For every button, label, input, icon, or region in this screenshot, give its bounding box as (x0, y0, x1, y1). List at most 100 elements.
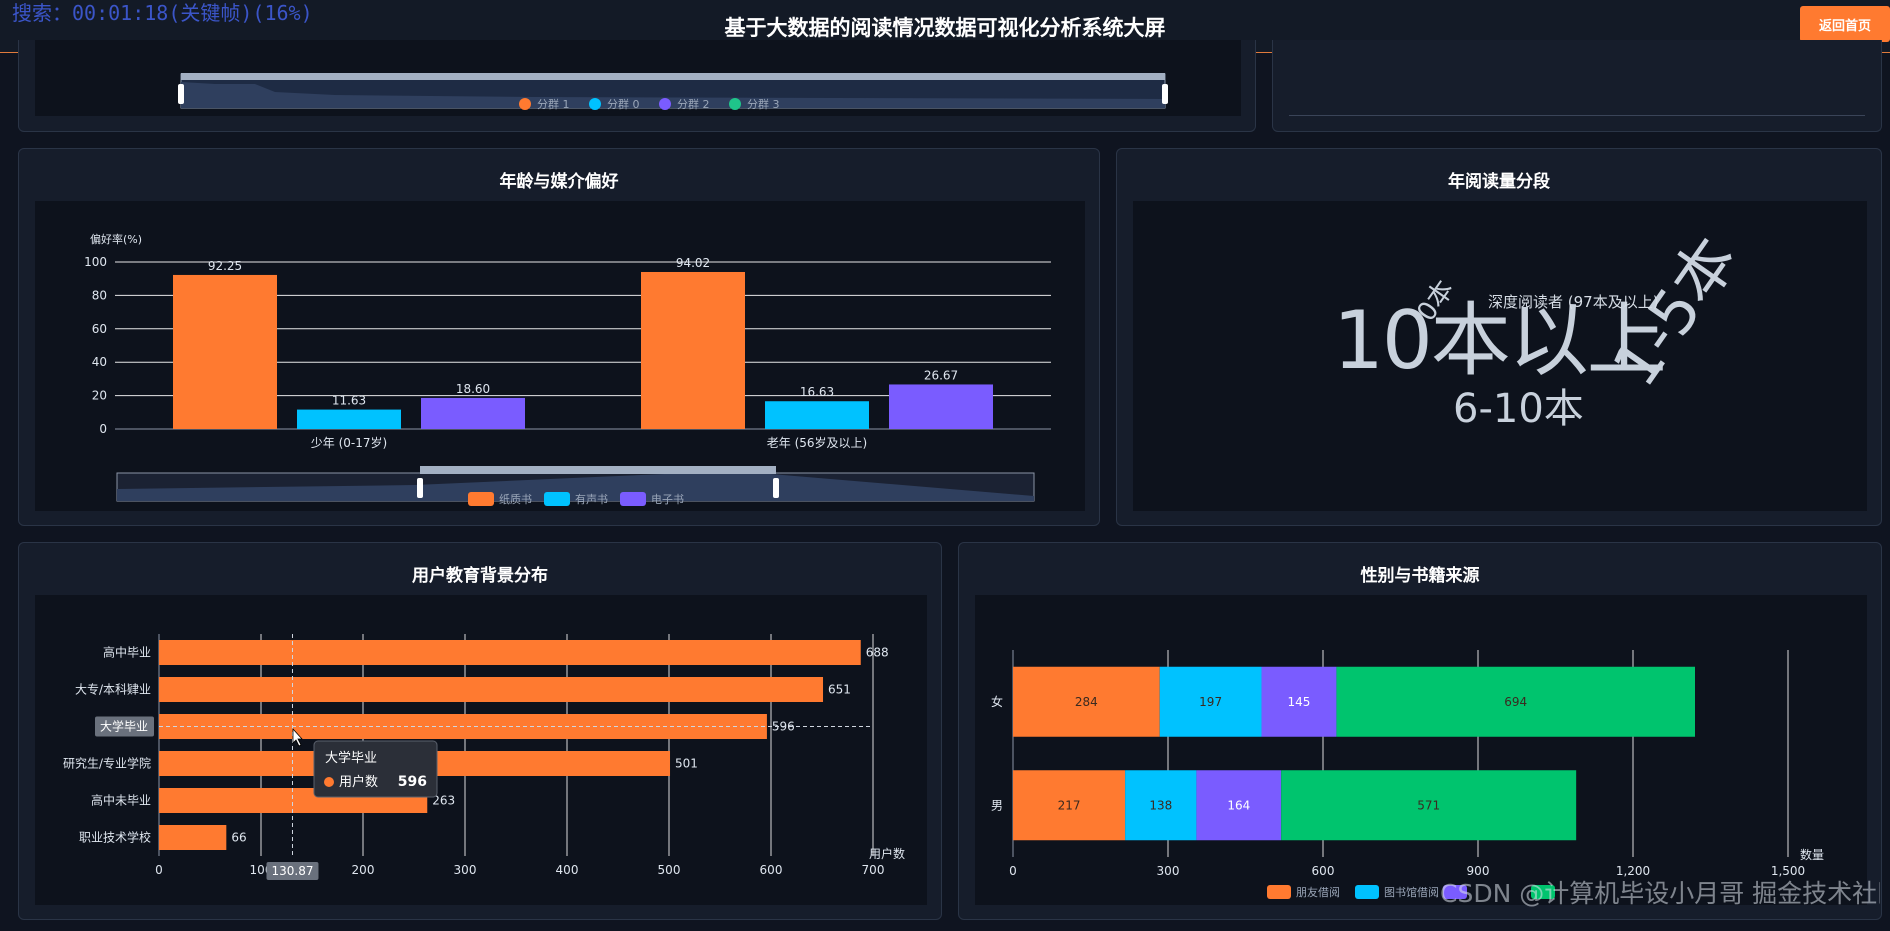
age-bar-label: 92.25 (208, 259, 242, 273)
gender-source-chart: 0 300 600 900 1,200 1,500数量284 197 145 694女217 13… (991, 650, 1824, 899)
age-legend-label[interactable]: 电子书 (651, 493, 684, 506)
cluster-legend-marker[interactable] (519, 98, 531, 110)
edu-bar[interactable] (159, 677, 824, 702)
edu-y-tick: 高中毕业 (103, 645, 151, 660)
edu-y-tick: 研究生/专业学院 (63, 756, 151, 771)
age-legend-label[interactable]: 纸质书 (499, 493, 532, 506)
edu-x-tick: 300 (454, 863, 477, 877)
cluster-legend-label[interactable]: 分群 2 (677, 97, 710, 111)
age-media-chart: 偏好率(%) 0 20 40 60 80 100 92.25 11.63 18.60 少年 (0-1… (84, 232, 1051, 506)
gender-x-tick: 300 (1157, 864, 1180, 878)
age-y-tick: 20 (92, 389, 107, 403)
edu-tooltip-series: 用户数 (339, 774, 378, 790)
age-bar-label: 18.60 (456, 382, 490, 396)
cluster-chart: 分群 1 分群 0 分群 2 分群 3 (178, 73, 1168, 111)
word-cloud-tooltip: 深度阅读者 (97本及以上) (1488, 293, 1659, 311)
gender-x-axis-label: 数量 (1800, 847, 1824, 862)
age-bar[interactable] (765, 401, 869, 429)
education-chart: 0 100 200 300 400 500 600 700用户数688高中毕业651大专/本科… (63, 634, 905, 880)
datazoom-top-bar[interactable] (181, 73, 1165, 80)
gender-legend-marker[interactable] (1355, 885, 1379, 899)
datazoom-right-handle[interactable] (1162, 84, 1168, 104)
edu-y-tick: 职业技术学校 (79, 830, 151, 845)
age-y-tick: 100 (84, 255, 107, 269)
edu-bar-label: 688 (866, 646, 889, 660)
edu-y-tick: 大学毕业 (100, 719, 148, 734)
cluster-panel: 分群 1 分群 0 分群 2 分群 3 (18, 40, 1256, 132)
edu-bar[interactable] (159, 640, 861, 665)
age-bar-label: 16.63 (800, 385, 834, 399)
age-bar-label: 94.02 (676, 256, 710, 270)
gender-source-title: 性别与书籍来源 (1360, 566, 1480, 586)
edu-tooltip-value: 596 (398, 774, 427, 790)
gender-x-tick: 600 (1312, 864, 1335, 878)
cluster-legend-label[interactable]: 分群 0 (607, 97, 640, 111)
age-bar-label: 26.67 (924, 368, 958, 382)
edu-x-pointer-value: 130.87 (271, 864, 313, 878)
edu-tooltip-marker (324, 777, 334, 787)
age-bar-label: 11.63 (332, 394, 366, 408)
education-panel: 用户教育背景分布 0 100 200 300 400 500 600 700 用户数 688 高中毕… (18, 542, 942, 920)
age-y-tick: 40 (92, 355, 107, 369)
gender-legend-label[interactable]: 朋友借阅 (1296, 885, 1340, 899)
age-bar[interactable] (889, 384, 993, 429)
watermark: CSDN @计算机毕设小月哥 掘金技术社区 @ 计算机毕设小月哥 (1440, 879, 1880, 908)
edu-y-tick: 大专/本科肄业 (75, 682, 151, 697)
cluster-legend-marker[interactable] (729, 98, 741, 110)
age-datazoom-left-handle[interactable] (417, 478, 423, 498)
edu-bar-label: 66 (231, 831, 246, 845)
edu-y-tick: 高中未毕业 (91, 793, 151, 808)
age-legend-marker[interactable] (620, 492, 646, 506)
word-cloud-area: 10本以上 6-10本 1-5本 0本 深度阅读者 (97本及以上) (1133, 201, 1867, 511)
education-chart-area: 0 100 200 300 400 500 600 700 用户数 688 高中毕业 651 大专/本科… (35, 595, 927, 905)
age-media-panel: 年龄与媒介偏好 偏好率(%) 0 20 40 60 80 100 92.25 11.63 18.6… (18, 148, 1100, 526)
edu-bar[interactable] (159, 825, 227, 850)
gender-segment-label: 164 (1227, 798, 1250, 812)
edu-x-tick: 700 (862, 863, 885, 877)
age-legend-marker[interactable] (468, 492, 494, 506)
age-legend-label[interactable]: 有声书 (575, 492, 608, 506)
datazoom-left-handle[interactable] (178, 84, 184, 104)
cluster-legend-marker[interactable] (589, 98, 601, 110)
edu-x-tick: 200 (352, 863, 375, 877)
edu-x-tick: 600 (760, 863, 783, 877)
age-legend-marker[interactable] (544, 492, 570, 506)
gender-source-panel: 性别与书籍来源 0 300 600 900 1,200 1,500 数量 284 197 145 6… (958, 542, 1882, 920)
gender-legend-marker[interactable] (1267, 885, 1291, 899)
cluster-legend-label[interactable]: 分群 1 (537, 97, 570, 111)
gender-segment-label: 217 (1058, 798, 1081, 812)
top-right-panel (1272, 40, 1882, 132)
age-y-axis-label: 偏好率(%) (90, 232, 142, 246)
gender-legend-label[interactable]: 图书馆借阅 (1384, 885, 1439, 899)
page-title: 基于大数据的阅读情况数据可视化分析系统大屏 (724, 16, 1166, 40)
gender-segment-label: 284 (1075, 695, 1098, 709)
age-bar[interactable] (641, 271, 745, 429)
back-home-button[interactable]: 返回首页 (1800, 6, 1890, 42)
age-datazoom-right-handle[interactable] (773, 478, 779, 498)
edu-x-tick: 0 (155, 863, 163, 877)
gender-x-tick: 0 (1009, 864, 1017, 878)
gender-segment-label: 197 (1199, 695, 1222, 709)
age-x-tick: 老年 (56岁及以上) (767, 435, 867, 450)
edu-x-tick: 500 (658, 863, 681, 877)
gender-y-tick: 女 (991, 694, 1003, 709)
cluster-legend-label[interactable]: 分群 3 (747, 97, 780, 111)
cluster-chart-area: 分群 1 分群 0 分群 2 分群 3 (35, 40, 1241, 116)
edu-bar-label: 651 (828, 683, 851, 697)
age-datazoom-top-bar[interactable] (420, 466, 776, 474)
edu-tooltip-title: 大学毕业 (325, 750, 377, 766)
gender-chart-area: 0 300 600 900 1,200 1,500 数量 284 197 145 694 女 217 13… (975, 595, 1867, 905)
age-bar[interactable] (421, 397, 525, 429)
cloud-word-medium[interactable]: 6-10本 (1453, 389, 1584, 429)
gender-y-tick: 男 (991, 798, 1003, 812)
age-y-tick: 0 (99, 422, 107, 436)
gender-segment-label: 694 (1504, 695, 1527, 709)
age-y-tick: 60 (92, 322, 107, 336)
gender-segment-label: 145 (1288, 695, 1311, 709)
cluster-legend-marker[interactable] (659, 98, 671, 110)
age-y-tick: 80 (92, 288, 107, 302)
gender-segment-label: 571 (1417, 798, 1440, 812)
age-bar[interactable] (297, 409, 401, 429)
reading-volume-title: 年阅读量分段 (1448, 172, 1550, 192)
age-bar[interactable] (173, 274, 277, 429)
